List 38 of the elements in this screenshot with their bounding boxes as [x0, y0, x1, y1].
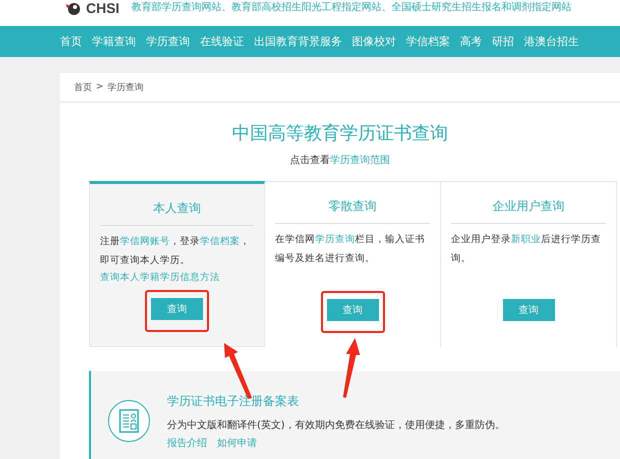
breadcrumb-link[interactable]: 首页 — [74, 80, 92, 94]
link[interactable]: 报告介绍 — [167, 436, 207, 450]
link[interactable]: 学历查询范围 — [330, 155, 390, 166]
card-title: 零散查询 — [275, 182, 430, 224]
document-icon — [107, 399, 151, 443]
link[interactable]: 学信网账号 — [120, 236, 170, 247]
logo-text: CHSI — [86, 1, 120, 16]
query-button[interactable]: 查询 — [502, 299, 554, 321]
nav-link[interactable]: 学籍查询 — [92, 34, 136, 49]
nav-link[interactable]: 首页 — [60, 34, 82, 49]
link[interactable]: 查询本人学籍学历信息方法 — [100, 270, 254, 286]
banner-title: 学历证书电子注册备案表 — [167, 392, 300, 410]
banner-description: 分为中文版和翻译件(英文)，有效期内免费在线验证，使用便捷，多重防伪。 — [167, 418, 505, 432]
link[interactable]: 学信档案 — [200, 236, 240, 247]
nav-link[interactable]: 学历查询 — [146, 34, 190, 49]
breadcrumb-separator: > — [96, 82, 104, 92]
query-button[interactable]: 查询 — [326, 299, 378, 321]
query-button[interactable]: 查询 — [151, 298, 203, 320]
nav-link[interactable]: 高考 — [460, 34, 482, 49]
card-description: 在学信网学历查询栏目，输入证书编号及姓名进行查询。 — [275, 233, 426, 266]
arrow — [343, 338, 360, 398]
card-description: 注册学信网账号，登录学信档案，即可查询本人学历。 — [100, 235, 251, 268]
link[interactable]: 新职业 — [511, 234, 541, 245]
nav-link[interactable]: 研招 — [492, 34, 514, 49]
link[interactable]: 学历查询 — [315, 234, 355, 245]
breadcrumb-link[interactable]: 学历查询 — [108, 80, 144, 94]
card-title: 企业用户查询 — [451, 182, 606, 224]
nav-link[interactable]: 出国教育背景服务 — [254, 34, 342, 49]
card-title: 本人查询 — [100, 184, 254, 226]
site-tagline: 教育部学历查询网站、教育部高校招生阳光工程指定网站、全国硕士研究生招生报名和调剂指定网站 — [131, 1, 572, 15]
link[interactable]: 如何申请 — [217, 436, 257, 450]
subtitle-text: 点击查看学历查询范围 — [289, 154, 391, 167]
nav-link[interactable]: 港澳台招生 — [524, 34, 579, 49]
nav-link[interactable]: 图像校对 — [352, 34, 396, 49]
nav-link[interactable]: 在线验证 — [200, 34, 244, 49]
card-description: 企业用户登录新职业后进行学历查询。 — [451, 233, 602, 266]
page-title: 中国高等教育学历证书查询 — [231, 122, 449, 145]
nav-link[interactable]: 学信档案 — [406, 34, 450, 49]
